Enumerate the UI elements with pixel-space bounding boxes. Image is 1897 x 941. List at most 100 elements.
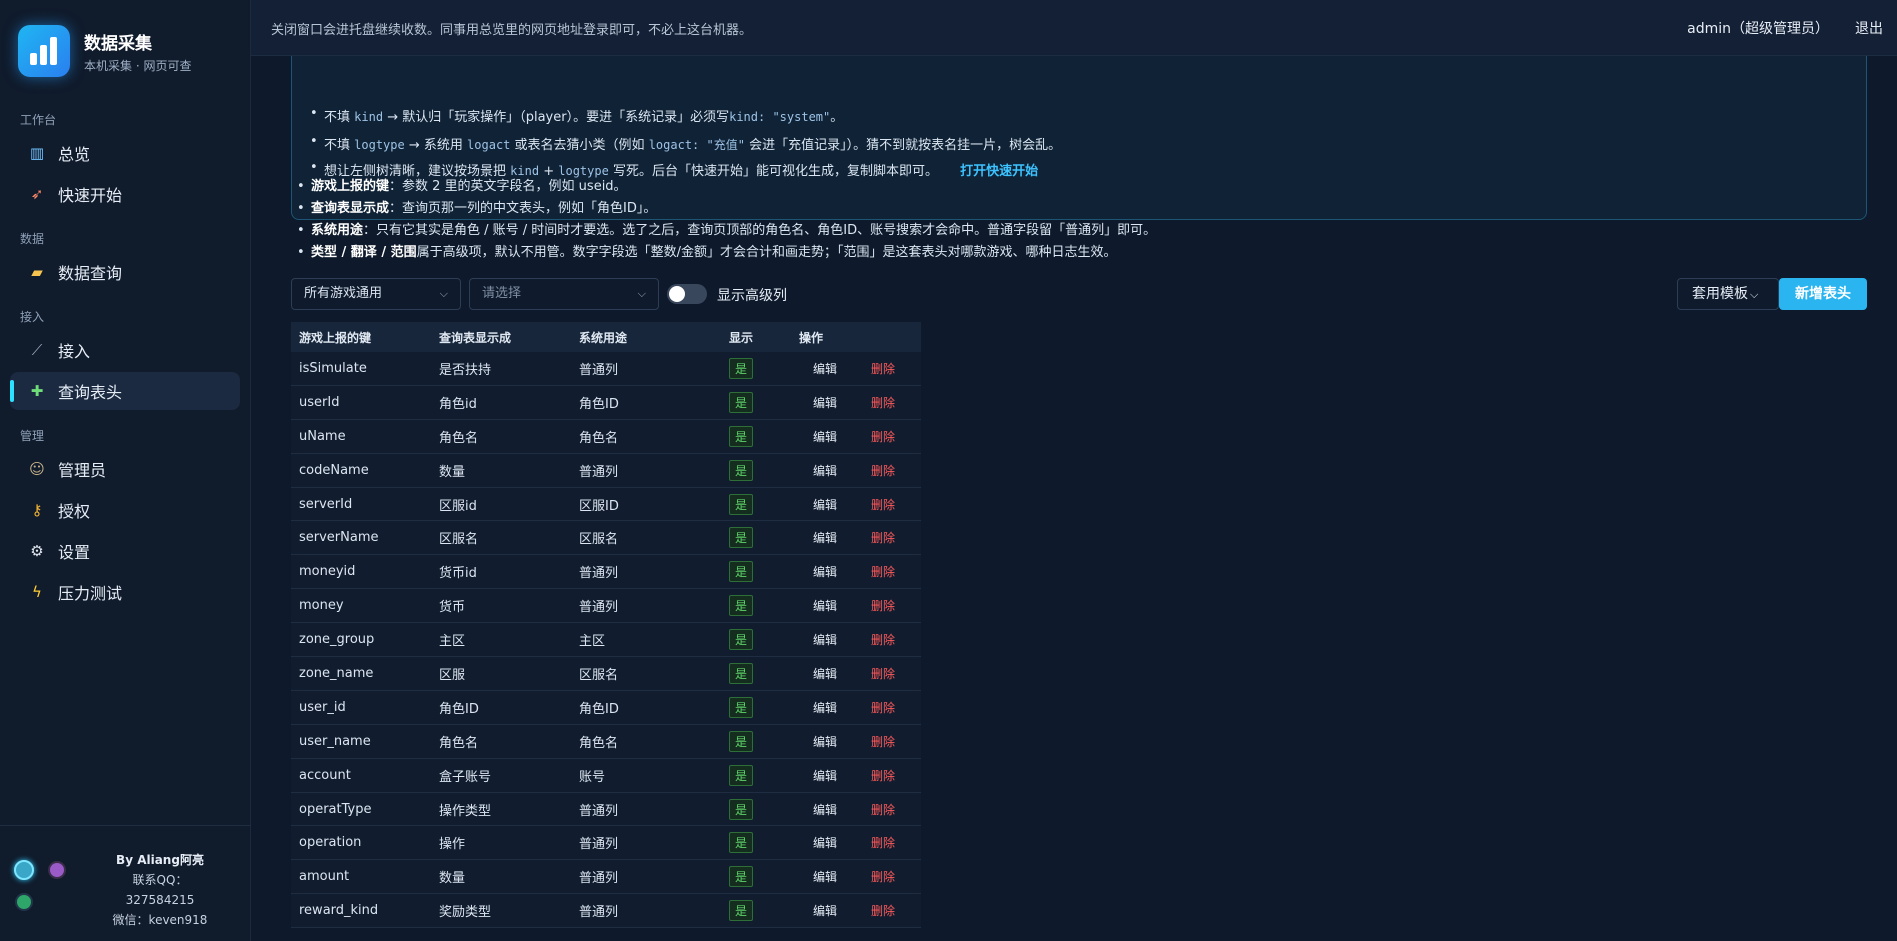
cell-usage: 普通列 (579, 803, 619, 819)
delete-button[interactable]: 删除 (871, 462, 895, 479)
table-row: operatType 操作类型 普通列 是 编辑 删除 (291, 792, 921, 827)
add-header-button[interactable]: 新增表头 (1779, 278, 1867, 310)
delete-button[interactable]: 删除 (871, 868, 895, 885)
cell-display: 区服id (439, 498, 477, 514)
delete-button[interactable]: 删除 (871, 902, 895, 919)
key-icon: ⚷ (31, 501, 43, 519)
delete-button[interactable]: 删除 (871, 496, 895, 513)
cell-actions: 编辑 删除 (791, 733, 921, 750)
cell-key: operation (299, 835, 362, 851)
theme-cyan-button[interactable] (14, 860, 34, 880)
sidebar-item-access[interactable]: ⟋ 接入 (10, 331, 240, 369)
edit-button[interactable]: 编辑 (813, 767, 871, 784)
help-item: 系统用途：只有它其实是角色 / 账号 / 时间时才要选。选了之后，查询页顶部的角… (297, 220, 1156, 242)
sidebar-item-settings[interactable]: ⚙ 设置 (10, 532, 240, 570)
cell-key: userId (299, 394, 340, 410)
table-row: userId 角色id 角色ID 是 编辑 删除 (291, 385, 921, 420)
show-badge: 是 (729, 629, 754, 651)
sidebar: 数据采集 本机采集 · 网页可查 工作台 ▥ 总览 ➶ 快速开始 数据 ▰ 数据… (0, 0, 251, 941)
delete-button[interactable]: 删除 (871, 394, 895, 411)
cell-key: zone_group (299, 632, 375, 648)
cell-actions: 编辑 删除 (791, 801, 921, 818)
cell-actions: 编辑 删除 (791, 631, 921, 648)
edit-button[interactable]: 编辑 (813, 428, 871, 445)
sidebar-item-data-query[interactable]: ▰ 数据查询 (10, 253, 240, 291)
app-logo-icon (18, 25, 70, 77)
advanced-columns-toggle[interactable] (667, 284, 707, 304)
sidebar-item-query-headers[interactable]: ✚ 查询表头 (10, 372, 240, 410)
cell-display: 操作 (439, 837, 466, 853)
cell-show: 是 (721, 493, 791, 515)
edit-button[interactable]: 编辑 (813, 394, 871, 411)
theme-purple-button[interactable] (48, 861, 66, 879)
edit-button[interactable]: 编辑 (813, 496, 871, 513)
brand: 数据采集 本机采集 · 网页可查 (18, 25, 191, 77)
cell-display: 货币id (439, 566, 477, 582)
edit-button[interactable]: 编辑 (813, 902, 871, 919)
delete-button[interactable]: 删除 (871, 699, 895, 716)
cell-show: 是 (721, 900, 791, 922)
folder-icon: ▰ (31, 263, 43, 281)
delete-button[interactable]: 删除 (871, 631, 895, 648)
delete-button[interactable]: 删除 (871, 767, 895, 784)
delete-button[interactable]: 删除 (871, 733, 895, 750)
edit-button[interactable]: 编辑 (813, 360, 871, 377)
table-row: reward_kind 奖励类型 普通列 是 编辑 删除 (291, 894, 921, 929)
delete-button[interactable]: 删除 (871, 428, 895, 445)
edit-button[interactable]: 编辑 (813, 699, 871, 716)
show-badge: 是 (729, 595, 754, 617)
sidebar-item-admins[interactable]: ☺ 管理员 (10, 450, 240, 488)
sidebar-item-overview[interactable]: ▥ 总览 (10, 134, 240, 172)
edit-button[interactable]: 编辑 (813, 834, 871, 851)
logout-button[interactable]: 退出 (1855, 18, 1883, 38)
table-row: zone_group 主区 主区 是 编辑 删除 (291, 623, 921, 658)
plug-icon: ⟋ (31, 341, 43, 359)
col-show: 显示 (729, 330, 754, 345)
table-row: serverId 区服id 区服ID 是 编辑 删除 (291, 487, 921, 522)
edit-button[interactable]: 编辑 (813, 563, 871, 580)
edit-button[interactable]: 编辑 (813, 665, 871, 682)
help-item: 游戏上报的键：参数 2 里的英文字段名，例如 useid。 (297, 176, 1156, 198)
edit-button[interactable]: 编辑 (813, 597, 871, 614)
delete-button[interactable]: 删除 (871, 529, 895, 546)
edit-button[interactable]: 编辑 (813, 733, 871, 750)
author-info: By Aliang阿亮 联系QQ： 327584215 微信：keven918 (90, 850, 230, 930)
table-row: isSimulate 是否扶持 普通列 是 编辑 删除 (291, 352, 921, 386)
cell-usage: 普通列 (579, 464, 619, 480)
info-line-logtype: 不填 logtype → 系统用 logact 或表名去猜小类（例如 logac… (310, 134, 1061, 153)
cell-usage: 区服ID (579, 498, 619, 514)
delete-button[interactable]: 删除 (871, 801, 895, 818)
delete-button[interactable]: 删除 (871, 563, 895, 580)
delete-button[interactable]: 删除 (871, 665, 895, 682)
sidebar-item-license[interactable]: ⚷ 授权 (10, 491, 240, 529)
apply-template-button[interactable]: 套用模板 ⌵ (1677, 278, 1779, 310)
delete-button[interactable]: 删除 (871, 834, 895, 851)
cell-show: 是 (721, 595, 791, 617)
chart-icon: ▥ (29, 144, 45, 162)
cell-usage: 普通列 (579, 566, 619, 582)
edit-button[interactable]: 编辑 (813, 631, 871, 648)
edit-button[interactable]: 编辑 (813, 462, 871, 479)
edit-button[interactable]: 编辑 (813, 529, 871, 546)
author-qq: 327584215 (125, 893, 195, 907)
cell-display: 货币 (439, 600, 466, 616)
cell-key: moneyid (299, 564, 356, 580)
log-scope-select[interactable]: 请选择 ⌵ (469, 278, 659, 310)
table-row: zone_name 区服 区服名 是 编辑 删除 (291, 657, 921, 691)
delete-button[interactable]: 删除 (871, 360, 895, 377)
edit-button[interactable]: 编辑 (813, 801, 871, 818)
cell-display: 奖励类型 (439, 905, 492, 921)
cell-key: uName (299, 428, 346, 444)
current-user: admin（超级管理员） (1687, 21, 1829, 37)
table-row: moneyid 货币id 普通列 是 编辑 删除 (291, 555, 921, 590)
col-key: 游戏上报的键 (299, 330, 372, 345)
theme-green-button[interactable] (15, 893, 33, 911)
cell-actions: 编辑 删除 (791, 834, 921, 851)
show-badge: 是 (729, 730, 754, 752)
sidebar-item-stress-test[interactable]: ϟ 压力测试 (10, 573, 240, 611)
delete-button[interactable]: 删除 (871, 597, 895, 614)
help-item: 查询表显示成：查询页那一列的中文表头，例如「角色ID」。 (297, 198, 1156, 220)
game-scope-select[interactable]: 所有游戏通用 ⌵ (291, 278, 461, 310)
edit-button[interactable]: 编辑 (813, 868, 871, 885)
sidebar-item-quickstart[interactable]: ➶ 快速开始 (10, 175, 240, 213)
